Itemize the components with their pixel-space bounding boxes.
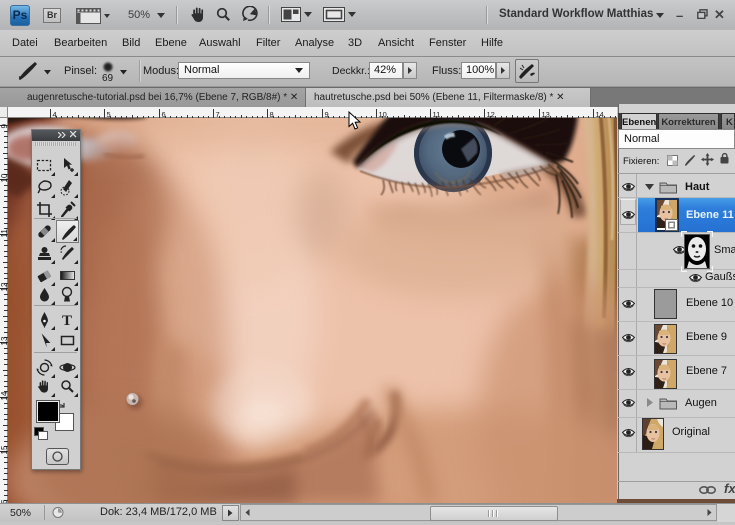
svg-text:11: 11 <box>0 229 8 238</box>
svg-text:13: 13 <box>0 336 8 345</box>
svg-text:12: 12 <box>0 282 8 291</box>
svg-text:14: 14 <box>0 391 8 400</box>
svg-text:9: 9 <box>0 124 8 129</box>
svg-text:T: T <box>62 313 72 328</box>
svg-text:15: 15 <box>0 445 8 454</box>
svg-text:10: 10 <box>0 173 8 182</box>
